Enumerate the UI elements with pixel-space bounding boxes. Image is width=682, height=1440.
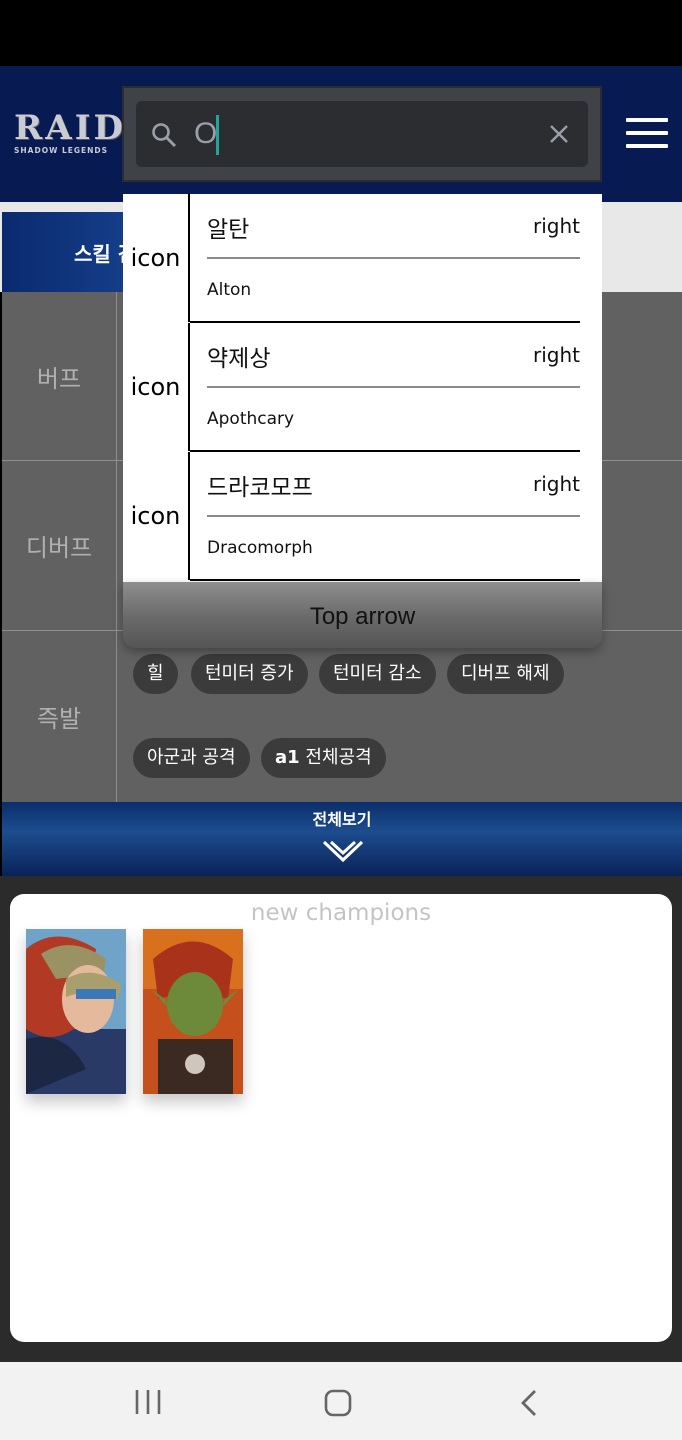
chip-aoe-prefix: a1 [275, 747, 300, 768]
logo-main-text: RAID [14, 108, 127, 148]
new-champions-panel: new champions [10, 894, 672, 1342]
text-caret [216, 115, 219, 155]
suggestion-icon: icon [123, 452, 190, 580]
chip-aoe-text: 전체공격 [305, 747, 372, 768]
suggestion-tag: right [533, 343, 580, 367]
recent-apps-icon[interactable] [134, 1388, 162, 1416]
suggestion-name: 알탄 [207, 217, 250, 243]
search-icon [152, 123, 177, 148]
search-overlay [122, 86, 602, 182]
suggestion-item[interactable]: icon 알탄 right Alton [123, 194, 602, 323]
champion-portrait-valkyrie [26, 929, 126, 1094]
logo-sub-text: SHADOW LEGENDS [14, 146, 109, 155]
filter-label-instant: 즉발 [2, 631, 117, 802]
champion-card-valkyrie[interactable] [26, 929, 126, 1094]
chip-heal[interactable]: 힐 [133, 654, 178, 694]
filter-label-debuff: 디버프 [2, 461, 117, 630]
suggestion-en-name: Alton [207, 280, 252, 300]
suggestion-item[interactable]: icon 약제상 right Apothcary [123, 323, 602, 452]
search-suggestions: icon 알탄 right Alton icon 약제상 right Apoth… [123, 194, 602, 582]
suggestion-en-name: Dracomorph [207, 538, 313, 558]
chip-ally-attack[interactable]: 아군과 공격 [133, 738, 250, 778]
chip-turnmeter-down[interactable]: 턴미터 감소 [319, 654, 436, 694]
suggestion-name: 약제상 [207, 346, 271, 372]
suggestion-tag: right [533, 214, 580, 238]
suggestion-divider [207, 386, 580, 388]
filter-row-instant: 즉발 힐 턴미터 증가 턴미터 감소 디버프 해제 아군과 공격 a1 전체공격 [2, 631, 682, 802]
suggestion-item[interactable]: icon 드라코모프 right Dracomorph [123, 452, 602, 581]
chip-turnmeter-up[interactable]: 턴미터 증가 [191, 654, 308, 694]
view-all-button[interactable]: 전체보기 [2, 802, 682, 876]
top-arrow-button[interactable]: Top arrow [123, 582, 602, 648]
suggestion-icon: icon [123, 194, 190, 322]
search-box[interactable] [136, 101, 588, 167]
hamburger-menu-icon[interactable] [626, 118, 670, 150]
suggestion-bottom-border [190, 579, 580, 581]
raid-logo[interactable]: RAID SHADOW LEGENDS [14, 108, 127, 158]
filter-label-buff: 버프 [2, 292, 117, 460]
chip-aoe-attack[interactable]: a1 전체공격 [261, 738, 386, 778]
champion-card-orc-warrior[interactable] [143, 929, 243, 1094]
suggestion-divider [207, 515, 580, 517]
chip-debuff-remove[interactable]: 디버프 해제 [447, 654, 564, 694]
back-icon[interactable] [518, 1388, 540, 1418]
close-icon[interactable] [548, 123, 570, 145]
view-all-label: 전체보기 [312, 810, 372, 829]
suggestion-tag: right [533, 472, 580, 496]
champion-portrait-orc-warrior [143, 929, 243, 1094]
suggestion-divider [207, 257, 580, 259]
search-input[interactable] [194, 111, 524, 157]
home-icon[interactable] [323, 1388, 353, 1418]
suggestion-icon: icon [123, 323, 190, 451]
status-bar [0, 0, 682, 66]
suggestion-name: 드라코모프 [207, 475, 313, 501]
suggestion-en-name: Apothcary [207, 409, 295, 429]
chevron-double-down-icon [322, 840, 364, 863]
android-nav-bar [0, 1362, 682, 1440]
new-champions-title: new champions [250, 900, 432, 926]
